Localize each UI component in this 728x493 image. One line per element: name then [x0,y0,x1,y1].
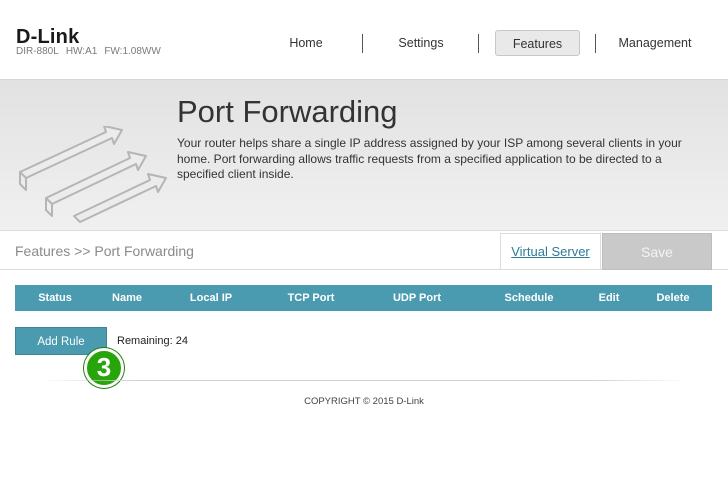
column-status: Status [38,292,72,304]
breadcrumb-toolbar: Features >> Port Forwarding Virtual Serv… [0,230,728,270]
column-delete: Delete [656,292,690,304]
copyright-text: COPYRIGHT © 2015 D-Link [304,396,424,407]
nav-features[interactable]: Features [495,30,580,56]
column-udp-port: UDP Port [392,292,442,304]
nav-home[interactable]: Home [270,30,342,56]
port-forwarding-arrows-icon [19,126,167,223]
breadcrumb: Features >> Port Forwarding [15,243,194,259]
nav-separator [595,34,596,53]
page-title: Port Forwarding [177,94,398,129]
footer-divider [40,380,688,381]
column-tcp-port: TCP Port [287,292,335,304]
nav-separator [362,34,363,53]
nav-management[interactable]: Management [612,30,698,56]
top-navigation-bar: D-Link DIR-880L HW:A1 FW:1.08WW Home Setti… [0,0,728,80]
model-name: DIR-880L [16,46,59,57]
rules-table-header: Status Name Local IP TCP Port UDP Port S… [15,285,712,311]
column-local-ip: Local IP [189,292,233,304]
save-button[interactable]: Save [602,233,712,270]
firmware-version: FW:1.08WW [104,46,161,57]
step-number-badge: 3 [84,348,124,388]
page-description: Your router helps share a single IP addr… [177,136,682,181]
hardware-version: HW:A1 [65,46,98,57]
remaining-rules-count: Remaining: 24 [117,335,188,347]
nav-settings[interactable]: Settings [384,30,458,56]
column-schedule: Schedule [504,292,554,304]
page-banner: Port Forwarding Your router helps share … [0,80,728,230]
virtual-server-link[interactable]: Virtual Server [500,233,601,269]
column-edit: Edit [598,292,620,304]
nav-separator [478,34,479,53]
device-model-info: DIR-880L HW:A1 FW:1.08WW [16,46,168,57]
column-name: Name [112,292,142,304]
